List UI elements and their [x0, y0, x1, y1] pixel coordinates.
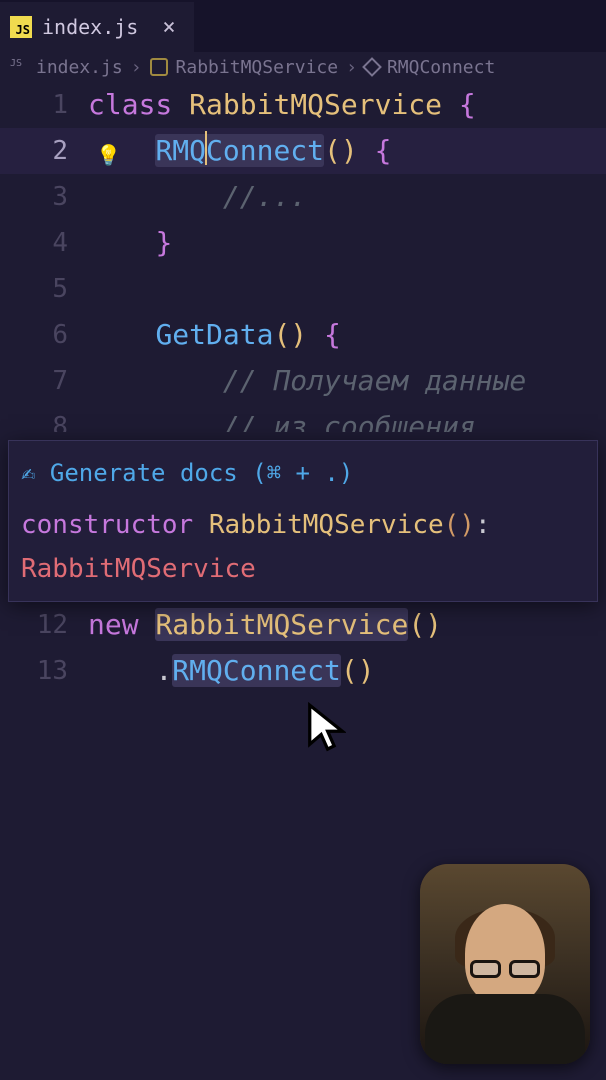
line-number: 1 — [0, 82, 88, 128]
code-line-active: 2 RMQConnect() { — [0, 128, 606, 174]
keyword-new: new — [88, 608, 155, 641]
line-number: 6 — [0, 312, 88, 358]
classname: RabbitMQService — [189, 88, 459, 121]
classname: RabbitMQService — [155, 608, 408, 641]
signature-keyword: constructor — [21, 510, 209, 540]
js-file-icon: JS — [10, 58, 28, 76]
signature-colon: : — [475, 510, 491, 540]
brace: { — [358, 134, 392, 167]
hover-tooltip: ✍ Generate docs (⌘ + .) constructor Rabb… — [8, 440, 598, 602]
code-editor[interactable]: 💡 1 class RabbitMQService { 2 RMQConnect… — [0, 82, 606, 694]
js-file-icon: JS — [10, 16, 32, 38]
parens: () — [324, 134, 358, 167]
line-number: 8 — [0, 404, 88, 432]
tab-close-icon[interactable]: × — [162, 15, 175, 40]
brace: } — [155, 226, 172, 259]
code-line: 1 class RabbitMQService { — [0, 82, 606, 128]
code-line: 12 new RabbitMQService() — [0, 602, 606, 648]
signature-return-type: RabbitMQService — [21, 554, 256, 584]
tab-filename: index.js — [42, 15, 138, 39]
comment: //... — [223, 180, 307, 213]
class-icon — [150, 58, 168, 76]
breadcrumb-class[interactable]: RabbitMQService — [176, 57, 339, 78]
line-number: 3 — [0, 174, 88, 220]
method-icon — [362, 57, 382, 77]
mouse-cursor-icon — [306, 702, 346, 754]
file-tab[interactable]: JS index.js × — [0, 0, 194, 52]
code-line: 13 .RMQConnect() — [0, 648, 606, 694]
parens: () — [341, 654, 375, 687]
brace: { — [307, 318, 341, 351]
breadcrumb-separator: › — [346, 57, 357, 78]
comment: // Получаем данные — [223, 364, 526, 397]
parens: () — [273, 318, 307, 351]
line-number: 5 — [0, 266, 88, 312]
method-name: GetData — [155, 318, 273, 351]
line-number: 2 — [0, 128, 88, 174]
signature-parens: () — [444, 510, 475, 540]
parens: () — [408, 608, 442, 641]
brace: { — [459, 88, 476, 121]
code-line: 3 //... — [0, 174, 606, 220]
signature-class: RabbitMQService — [209, 510, 444, 540]
tab-bar: JS index.js × — [0, 0, 606, 52]
code-line: 6 GetData() { — [0, 312, 606, 358]
breadcrumb-separator: › — [131, 57, 142, 78]
breadcrumb-file[interactable]: index.js — [36, 57, 123, 78]
code-line: 7 // Получаем данные — [0, 358, 606, 404]
text-cursor — [205, 131, 207, 165]
method-name: RMQConnect — [155, 134, 324, 167]
breadcrumb-method[interactable]: RMQConnect — [387, 57, 495, 78]
line-number: 7 — [0, 358, 88, 404]
webcam-overlay — [420, 864, 590, 1064]
code-line: 8 // из сообщения — [0, 404, 606, 432]
keyword-class: class — [88, 88, 189, 121]
comment: // из сообщения — [223, 410, 476, 432]
line-number: 4 — [0, 220, 88, 266]
code-line: 4 } — [0, 220, 606, 266]
line-number: 13 — [0, 648, 88, 694]
breadcrumb: JS index.js › RabbitMQService › RMQConne… — [0, 52, 606, 82]
method-call: RMQConnect — [172, 654, 341, 687]
line-number: 12 — [0, 602, 88, 648]
generate-docs-link[interactable]: ✍ Generate docs (⌘ + .) — [21, 451, 585, 495]
code-line: 5 — [0, 266, 606, 312]
